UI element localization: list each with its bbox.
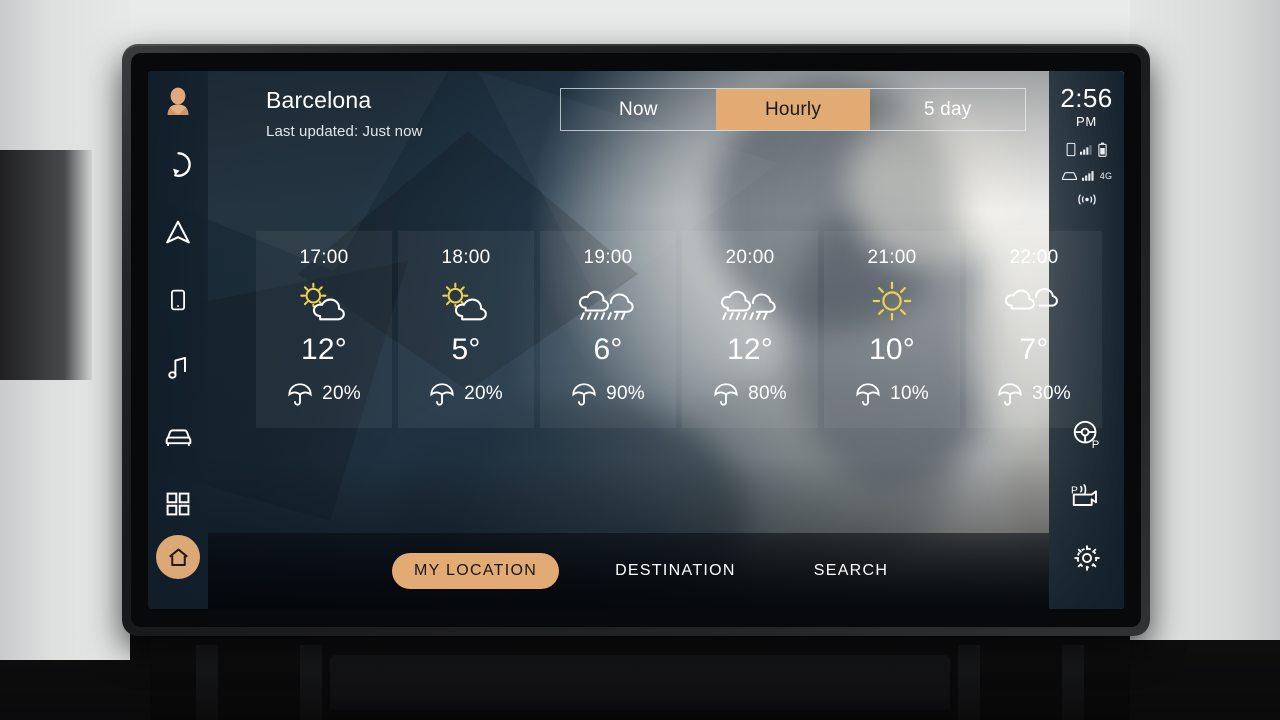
precip-chance: 30% [1032,383,1071,404]
signal-bars-icon [1081,171,1094,181]
signal-bars-icon [1080,145,1092,155]
umbrella-icon [856,383,880,406]
forecast-card[interactable]: 20:00 12° 80% [682,231,818,428]
partly-sunny-icon [294,275,354,327]
sidebar-item-media[interactable] [155,345,201,391]
sidebar-item-vehicle[interactable] [155,413,201,459]
cloudy-icon [1003,275,1065,327]
forecast-hour: 21:00 [867,247,917,268]
bottom-nav-items: MY LOCATION DESTINATION SEARCH [392,553,910,589]
forecast-temp: 7° [1019,333,1049,366]
clock: 2:56 PM [1060,85,1112,129]
forecast-precip: 20% [287,381,361,407]
broadcast-status-row [1075,192,1099,212]
rain-icon [577,275,639,327]
sidebar [148,71,208,609]
vehicle-status-row: 4G [1061,170,1113,181]
umbrella-icon [288,383,312,406]
nav-my-location[interactable]: MY LOCATION [392,553,560,589]
forecast-temp: 12° [727,333,773,366]
sidebar-item-navigation[interactable] [155,209,201,255]
umbrella-icon [714,383,738,406]
battery-icon [1098,142,1107,157]
parking-sensor-button[interactable]: P [1064,473,1110,519]
forecast-temp: 12° [301,333,347,366]
clock-time: 2:56 [1060,83,1113,113]
home-button[interactable] [156,535,200,579]
forecast-card[interactable]: 22:00 7° 30% [966,231,1102,428]
forecast-hour: 19:00 [583,247,633,268]
forecast-temp: 5° [451,333,481,366]
last-updated-label: Last updated: Just now [266,123,423,140]
precip-chance: 20% [322,383,361,404]
precip-chance: 10% [890,383,929,404]
clock-ampm: PM [1075,114,1098,129]
umbrella-icon [998,383,1022,406]
phone-status-row [1066,142,1107,157]
settings-button[interactable] [1064,535,1110,581]
dash-panel-right [1130,0,1280,640]
tab-hourly[interactable]: Hourly [715,89,871,130]
network-type-label: 4G [1099,170,1113,181]
forecast-temp: 10° [869,333,915,366]
precip-chance: 90% [606,383,645,404]
car-icon [1061,171,1077,180]
wifi-broadcast-icon [1077,194,1096,205]
nav-search[interactable]: SEARCH [792,553,910,589]
rain-icon [719,275,781,327]
partly-sunny-icon [436,275,496,327]
nav-destination[interactable]: DESTINATION [593,553,758,589]
console-pillar-left-2 [300,645,322,720]
forecast-card[interactable]: 18:00 5° 20% [398,231,534,428]
infotainment-screen[interactable]: Barcelona Last updated: Just now Now Hou… [148,71,1124,609]
bottom-nav: MY LOCATION DESTINATION SEARCH [208,533,1049,609]
forecast-precip: 80% [713,381,787,407]
umbrella-icon [572,383,596,406]
precip-chance: 80% [748,383,787,404]
sidebar-item-voice-assistant[interactable] [155,141,201,187]
weather-header: Barcelona Last updated: Just now [266,87,422,140]
forecast-hour: 20:00 [725,247,775,268]
console-pillar-left [196,645,218,720]
forecast-card[interactable]: 21:00 10° 10% [824,231,960,428]
svg-text:P: P [1091,439,1099,450]
console-pillar-right [1062,645,1084,720]
console-tray [330,655,950,710]
page-title: Barcelona [266,87,372,113]
forecast-precip: 90% [571,381,645,407]
sunny-icon [868,275,916,327]
tab-5day[interactable]: 5 day [870,89,1025,130]
forecast-card[interactable]: 19:00 6° 90% [540,231,676,428]
phone-icon [1066,142,1076,157]
forecast-tabs: Now Hourly 5 day [560,88,1026,131]
sidebar-item-apps[interactable] [155,481,201,527]
user-avatar-icon[interactable] [161,85,195,119]
forecast-precip: 10% [855,381,929,407]
sidebar-item-phone[interactable] [155,277,201,323]
forecast-hour: 22:00 [1009,247,1059,268]
forecast-hour: 18:00 [441,247,491,268]
forecast-hour: 17:00 [299,247,349,268]
hourly-forecast-list: 17:00 12° 20% 18:00 5° 20% 19:00 6° 90% … [256,231,1102,428]
forecast-card[interactable]: 17:00 12° 20% [256,231,392,428]
precip-chance: 20% [464,383,503,404]
air-vent-left [0,150,92,380]
forecast-precip: 20% [429,381,503,407]
console-pillar-right-2 [958,645,980,720]
umbrella-icon [430,383,454,406]
forecast-temp: 6° [593,333,623,366]
tab-now[interactable]: Now [561,89,716,130]
forecast-precip: 30% [997,381,1071,407]
